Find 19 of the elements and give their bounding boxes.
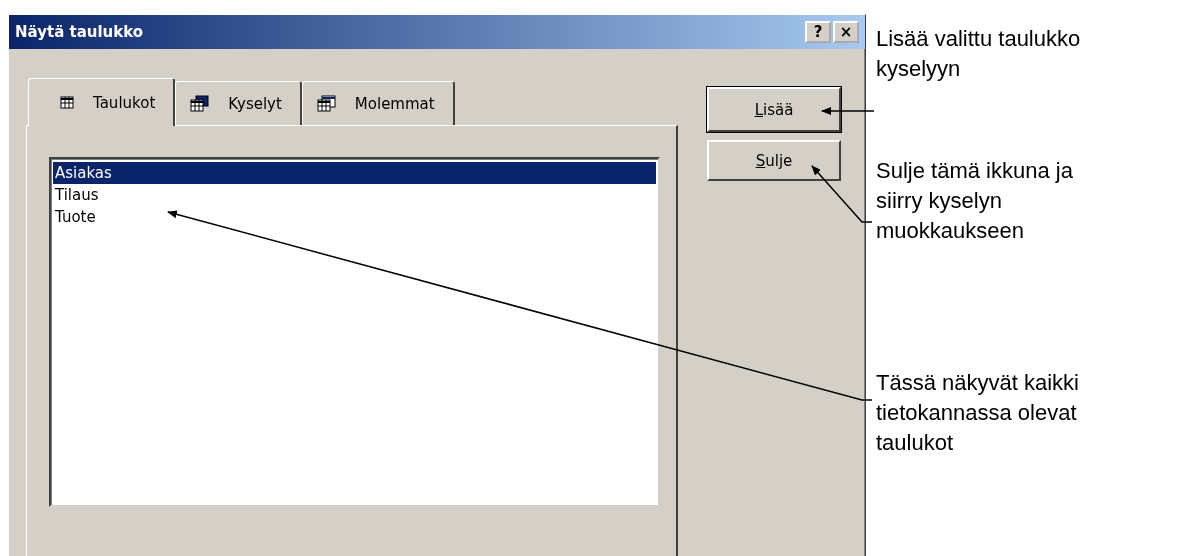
list-item[interactable]: Tuote [53, 206, 656, 228]
tab[interactable]: Kyselyt [175, 81, 302, 125]
arrow [821, 107, 875, 115]
table-icon [59, 95, 75, 110]
close-dialog-button[interactable]: Sulje [707, 140, 841, 181]
tab[interactable]: Molemmat [301, 81, 455, 125]
list-item[interactable]: Tilaus [53, 184, 656, 206]
list-item[interactable]: Asiakas [53, 162, 656, 184]
add-button[interactable]: Lisää [707, 87, 841, 132]
annotation-text: Sulje tämä ikkuna ja siirry kyselyn muokkaukseen [876, 157, 1074, 245]
table-stack-icon [316, 94, 337, 113]
window-title: Näytä taulukko [15, 23, 144, 41]
tab[interactable]: Taulukot [28, 78, 176, 126]
annotation-text: Tässä näkyvät kaikki tietokannassa olevat taulukot [876, 369, 1080, 457]
annotation-text: Lisää valittu taulukko kyselyyn [876, 25, 1081, 83]
help-button[interactable]: ? [805, 21, 831, 43]
table-list[interactable]: Asiakas Tilaus Tuote [49, 157, 660, 507]
close-button[interactable]: × [833, 21, 859, 43]
table-stack-icon [190, 94, 211, 113]
